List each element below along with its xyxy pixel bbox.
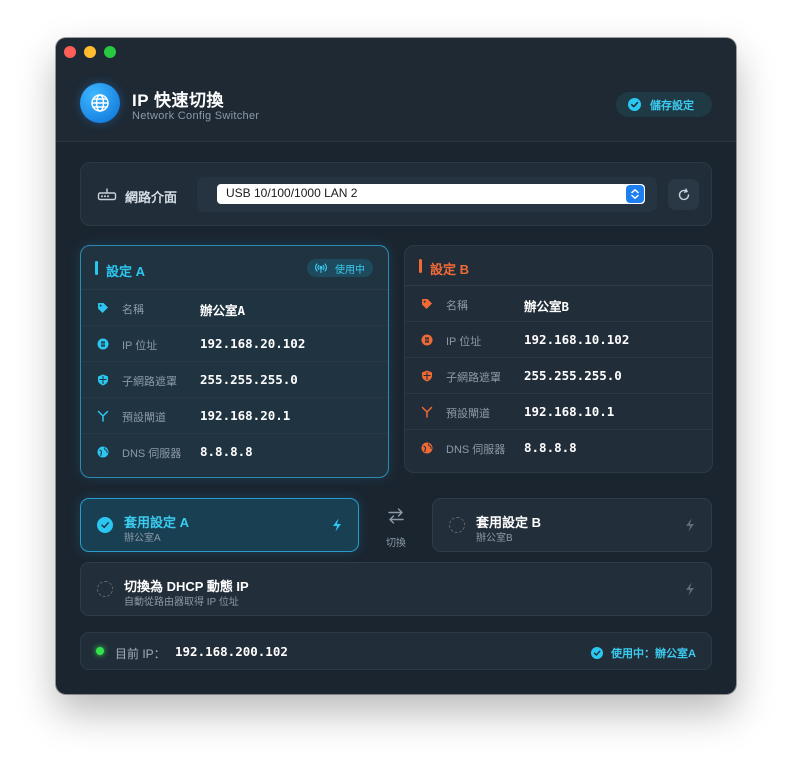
bolt-icon xyxy=(686,518,694,532)
bolt-icon xyxy=(333,518,341,532)
refresh-icon xyxy=(678,188,689,200)
config-a-title: 設定 A xyxy=(106,264,146,279)
row-label: 子網路遮罩 xyxy=(446,372,501,384)
interface-label: 網路介面 xyxy=(125,190,178,205)
status-bar: 目前 IP： 192.168.200.102 使用中：辦公室A xyxy=(80,632,712,670)
row-label: 預設閘道 xyxy=(446,408,490,420)
config-a-ip-row: IP 位址 192.168.20.102 xyxy=(81,326,388,362)
config-b-title: 設定 B xyxy=(430,262,470,277)
apply-config-b-button[interactable]: 套用設定 B 辦公室B xyxy=(432,498,712,552)
save-settings-button[interactable]: 儲存設定 xyxy=(616,92,712,117)
config-b-name-row: 名稱 辦公室B xyxy=(405,286,712,322)
refresh-interfaces-button[interactable] xyxy=(668,179,699,210)
row-label: DNS 伺服器 xyxy=(446,444,506,456)
in-use-badge: 使用中 xyxy=(307,259,373,277)
check-circle-icon xyxy=(628,98,641,111)
globe-icon xyxy=(97,446,109,458)
row-value: 辦公室B xyxy=(524,299,570,314)
swap-indicator[interactable]: 切換 xyxy=(384,506,408,549)
active-config-status: 使用中：辦公室A xyxy=(591,645,696,661)
app-logo-icon xyxy=(80,83,120,123)
config-a-subnet-row: 子網路遮罩 255.255.255.0 xyxy=(81,362,388,398)
selected-check-icon xyxy=(97,517,113,533)
tag-icon xyxy=(422,299,432,309)
interface-select-value: USB 10/100/1000 LAN 2 xyxy=(226,186,358,200)
row-label: 名稱 xyxy=(446,300,468,312)
config-b-ip-row: IP 位址 192.168.10.102 xyxy=(405,322,712,358)
minimize-window-button[interactable] xyxy=(84,46,96,58)
bolt-icon xyxy=(686,582,694,596)
row-label: IP 位址 xyxy=(446,336,482,348)
app-title: IP 快速切換 xyxy=(132,91,224,110)
interface-select-container: USB 10/100/1000 LAN 2 xyxy=(197,177,657,212)
config-b-header: 設定 B xyxy=(405,246,712,286)
in-use-badge-label: 使用中 xyxy=(335,264,365,276)
switch-to-dhcp-button[interactable]: 切換為 DHCP 動態 IP 自動從路由器取得 IP 位址 xyxy=(80,562,712,616)
config-b-subnet-row: 子網路遮罩 255.255.255.0 xyxy=(405,358,712,394)
unselected-radio-icon xyxy=(97,581,113,597)
row-label: 子網路遮罩 xyxy=(122,376,177,388)
chevron-updown-icon xyxy=(626,185,644,203)
globe-icon xyxy=(421,442,433,454)
row-label: DNS 伺服器 xyxy=(122,448,182,460)
config-b-card[interactable]: 設定 B 名稱 辦公室B IP 位址 192.168.10.102 子網路遮罩 … xyxy=(404,245,713,473)
shield-icon xyxy=(98,374,108,386)
row-value: 192.168.20.102 xyxy=(200,336,306,351)
current-ip-label: 目前 IP： xyxy=(115,647,166,661)
config-b-gateway-row: 預設閘道 192.168.10.1 xyxy=(405,394,712,430)
save-settings-label: 儲存設定 xyxy=(650,99,694,112)
app-subtitle: Network Config Switcher xyxy=(132,110,260,122)
row-label: IP 位址 xyxy=(122,340,158,352)
header: IP 快速切換 Network Config Switcher 儲存設定 xyxy=(56,38,736,142)
ip-icon xyxy=(97,338,109,350)
apply-config-a-button[interactable]: 套用設定 A 辦公室A xyxy=(80,498,359,552)
row-value: 8.8.8.8 xyxy=(524,440,577,455)
config-a-accent-bar xyxy=(95,261,98,275)
tag-icon xyxy=(98,303,108,313)
active-config-label: 使用中：辦公室A xyxy=(611,648,696,660)
check-circle-icon xyxy=(591,647,604,659)
broadcast-icon xyxy=(315,263,327,273)
dhcp-subtitle: 自動從路由器取得 IP 位址 xyxy=(124,597,239,608)
ip-icon xyxy=(421,334,433,346)
apply-b-subtitle: 辦公室B xyxy=(476,533,513,544)
config-a-header: 設定 A 使用中 xyxy=(81,246,388,290)
gateway-icon xyxy=(421,406,433,418)
app-window: IP 快速切換 Network Config Switcher 儲存設定 網路介… xyxy=(56,38,736,694)
apply-a-subtitle: 辦公室A xyxy=(124,533,161,544)
row-label: 名稱 xyxy=(122,304,144,316)
row-value: 255.255.255.0 xyxy=(524,368,622,383)
router-icon xyxy=(97,188,117,201)
interface-select[interactable]: USB 10/100/1000 LAN 2 xyxy=(217,184,645,204)
row-value: 192.168.20.1 xyxy=(200,408,291,423)
row-value: 192.168.10.102 xyxy=(524,332,630,347)
shield-icon xyxy=(422,370,432,382)
close-window-button[interactable] xyxy=(64,46,76,58)
row-value: 192.168.10.1 xyxy=(524,404,615,419)
row-value: 8.8.8.8 xyxy=(200,444,253,459)
status-indicator-dot xyxy=(96,647,104,655)
row-value: 辦公室A xyxy=(200,303,246,318)
config-a-name-row: 名稱 辦公室A xyxy=(81,290,388,326)
row-label: 預設閘道 xyxy=(122,412,166,424)
swap-label: 切換 xyxy=(386,538,406,549)
config-a-card[interactable]: 設定 A 使用中 名稱 辦公室A IP 位址 192.168.20.102 子網… xyxy=(80,245,389,478)
config-a-gateway-row: 預設閘道 192.168.20.1 xyxy=(81,398,388,434)
zoom-window-button[interactable] xyxy=(104,46,116,58)
gateway-icon xyxy=(97,410,109,422)
config-b-dns-row: DNS 伺服器 8.8.8.8 xyxy=(405,430,712,466)
network-interface-panel: 網路介面 USB 10/100/1000 LAN 2 xyxy=(80,162,712,226)
config-b-accent-bar xyxy=(419,259,422,273)
swap-arrows-icon xyxy=(388,508,404,524)
config-a-dns-row: DNS 伺服器 8.8.8.8 xyxy=(81,434,388,470)
unselected-radio-icon xyxy=(449,517,465,533)
row-value: 255.255.255.0 xyxy=(200,372,298,387)
current-ip-value: 192.168.200.102 xyxy=(175,644,288,659)
